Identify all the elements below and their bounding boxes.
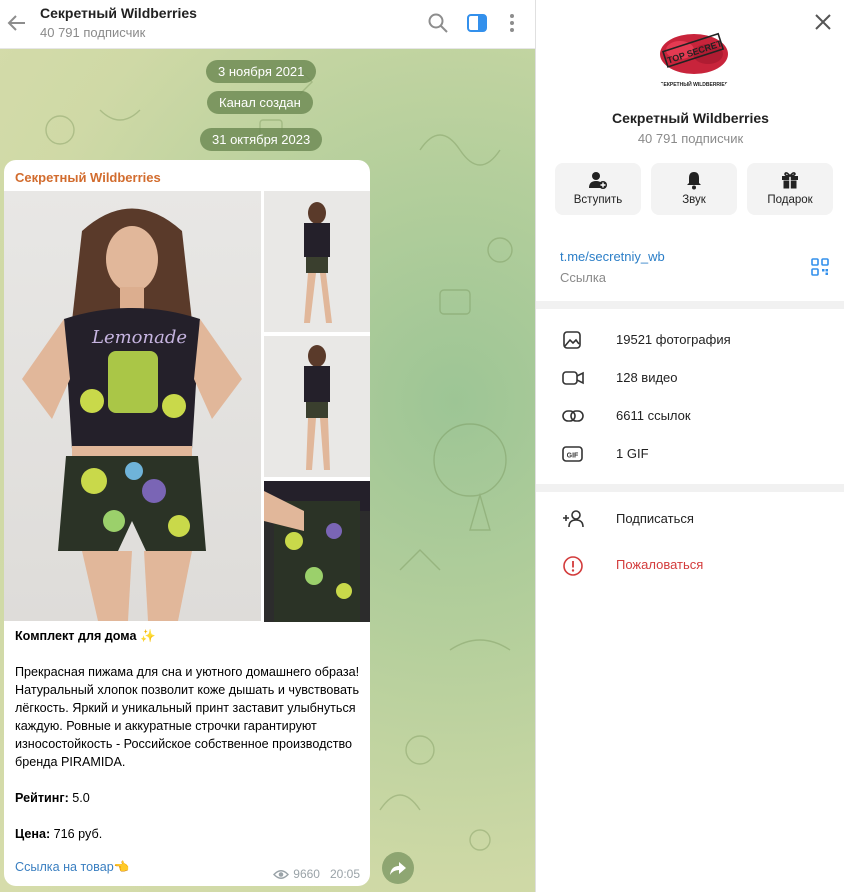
rating-label: Рейтинг: [15,791,69,805]
post-photo-thumb-1[interactable] [264,191,370,332]
post-photo-thumb-3[interactable] [264,481,370,622]
post-body: Прекрасная пижама для сна и уютного дома… [15,665,360,769]
post-photo-main[interactable]: Lemonade [4,191,261,621]
subscribe-label: Подписаться [616,511,694,526]
join-button[interactable]: Вступить [555,163,641,215]
report-label: Пожаловаться [616,557,704,572]
subscribe-row[interactable]: Подписаться [536,500,844,538]
model-figure: Lemonade [22,208,242,621]
rating-value: 5.0 [72,791,90,805]
avatar-caption-text: СЕКРЕТНЫЙ WILDBERRIES [660,80,729,88]
gif-icon: GIF [562,446,583,462]
chat-subscriber-count: 40 791 подписчик [40,25,146,40]
views-count: 9660 [293,867,320,881]
post-title: Комплект для дома ✨ [15,629,156,643]
more-menu-icon[interactable] [501,12,523,34]
svg-text:GIF: GIF [567,453,579,460]
gift-button-label: Подарок [767,194,813,206]
chat-header: Секретный Wildberries 40 791 подписчик [0,0,535,49]
photo-icon [563,331,581,349]
channel-link-caption: Ссылка [560,270,607,285]
gift-icon [782,172,798,189]
sound-button-label: Звук [682,194,706,206]
channel-post[interactable]: Секретный Wildberries Lemonade Комплект … [4,160,370,886]
channel-info-panel: TOP SECRET СЕКРЕТНЫЙ WILDBERRIES Секретн… [535,0,844,892]
share-button[interactable] [382,852,414,884]
media-photos-row[interactable]: 19521 фотография [536,321,844,359]
post-meta: 9660 20:05 [273,867,360,881]
sidebar-toggle-icon[interactable] [466,12,488,34]
chat-title[interactable]: Секретный Wildberries [40,5,197,21]
panel-subscriber-count: 40 791 подписчик [637,131,744,146]
add-user-icon [589,172,607,189]
media-photos-label: 19521 фотография [616,332,731,347]
warning-icon [563,556,583,576]
date-separator: 31 октября 2023 [200,128,323,151]
price-label: Цена: [15,827,51,841]
link-icon [562,410,584,422]
add-user-icon [563,510,584,528]
price-value: 716 руб. [53,827,103,841]
gift-button[interactable]: Подарок [747,163,833,215]
media-links-label: 6611 ссылок [616,408,691,423]
section-divider [536,484,844,492]
channel-created-notice: Канал создан [207,91,313,114]
bell-icon [687,172,701,190]
media-videos-row[interactable]: 128 видео [536,359,844,397]
channel-avatar[interactable]: TOP SECRET СЕКРЕТНЫЙ WILDBERRIES [654,20,734,100]
qr-code-icon[interactable] [811,258,829,276]
views-eye-icon [273,869,290,879]
media-gif-label: 1 GIF [616,446,649,461]
back-arrow-icon[interactable] [6,12,28,34]
post-author[interactable]: Секретный Wildberries [15,170,161,185]
video-icon [562,371,584,385]
share-arrow-icon [390,862,406,875]
media-videos-label: 128 видео [616,370,678,385]
channel-link[interactable]: t.me/secretniy_wb [560,249,665,264]
chat-area: Секретный Wildberries 40 791 подписчик 3… [0,0,535,892]
join-button-label: Вступить [573,194,623,206]
post-time: 20:05 [329,867,360,881]
date-separator: 3 ноября 2021 [206,60,317,83]
media-gif-row[interactable]: GIF 1 GIF [536,435,844,473]
section-divider [536,301,844,309]
search-icon[interactable] [427,12,449,34]
close-icon[interactable] [813,12,833,32]
report-row[interactable]: Пожаловаться [536,546,844,584]
media-links-row[interactable]: 6611 ссылок [536,397,844,435]
sound-button[interactable]: Звук [651,163,737,215]
post-photo-thumb-2[interactable] [264,336,370,477]
panel-channel-title: Секретный Wildberries [612,110,769,126]
shirt-print-text: Lemonade [91,327,187,348]
product-link[interactable]: Ссылка на товар👈 [15,860,129,875]
post-text: Комплект для дома ✨ Прекрасная пижама дл… [15,627,365,861]
